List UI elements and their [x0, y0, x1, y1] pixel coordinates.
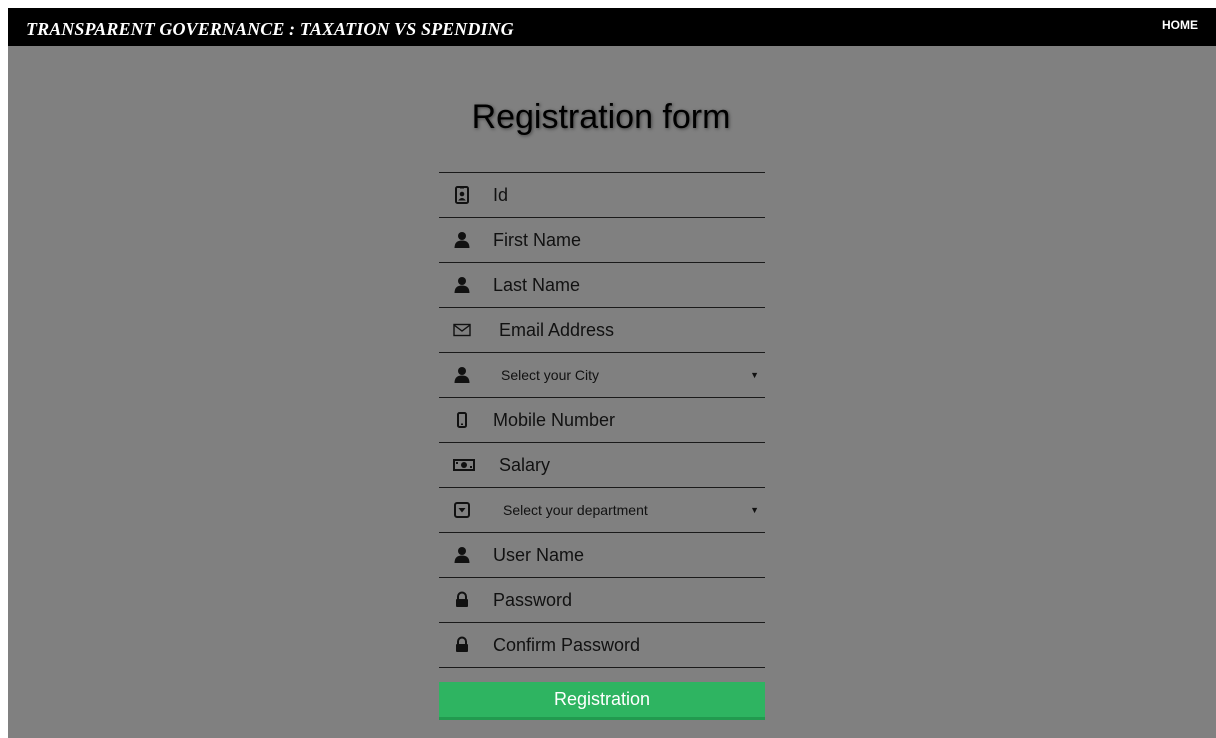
id-badge-icon [453, 186, 471, 204]
email-row [439, 307, 765, 352]
form-title: Registration form [471, 98, 731, 136]
home-link[interactable]: HOME [1162, 18, 1198, 32]
caret-square-down-icon [453, 501, 471, 519]
user-icon [453, 231, 471, 249]
lock-icon [453, 636, 471, 654]
envelope-icon [453, 321, 471, 339]
city-select-value: Select your City [501, 367, 600, 383]
department-select-value: Select your department [503, 502, 648, 518]
user-icon [453, 366, 471, 384]
form-divider [439, 667, 765, 668]
user-icon [453, 276, 471, 294]
id-row [439, 172, 765, 217]
site-title: TRANSPARENT GOVERNANCE : TAXATION VS SPE… [26, 19, 514, 39]
confirm-password-row [439, 622, 765, 667]
chevron-down-icon: ▼ [750, 505, 759, 515]
city-row: Select your City ▼ [439, 352, 765, 397]
mobile-phone-icon [453, 411, 471, 429]
first-name-row [439, 217, 765, 262]
city-select[interactable]: Select your City ▼ [501, 353, 763, 397]
password-input[interactable] [493, 578, 759, 622]
registration-button[interactable]: Registration [439, 682, 765, 720]
last-name-row [439, 262, 765, 307]
salary-input[interactable] [499, 443, 759, 487]
username-input[interactable] [493, 533, 759, 577]
chevron-down-icon: ▼ [750, 370, 759, 380]
mobile-row [439, 397, 765, 442]
top-navbar: TRANSPARENT GOVERNANCE : TAXATION VS SPE… [8, 8, 1216, 46]
username-row [439, 532, 765, 577]
money-icon [453, 456, 475, 474]
confirm-password-input[interactable] [493, 623, 759, 667]
department-row: Select your department ▼ [439, 487, 765, 532]
first-name-input[interactable] [493, 218, 759, 262]
lock-icon [453, 591, 471, 609]
department-select[interactable]: Select your department ▼ [503, 488, 763, 532]
mobile-number-input[interactable] [493, 398, 759, 442]
password-row [439, 577, 765, 622]
id-input[interactable] [493, 173, 759, 217]
email-input[interactable] [499, 308, 759, 352]
salary-row [439, 442, 765, 487]
registration-form: Select your City ▼ [439, 172, 765, 668]
user-icon [453, 546, 471, 564]
last-name-input[interactable] [493, 263, 759, 307]
